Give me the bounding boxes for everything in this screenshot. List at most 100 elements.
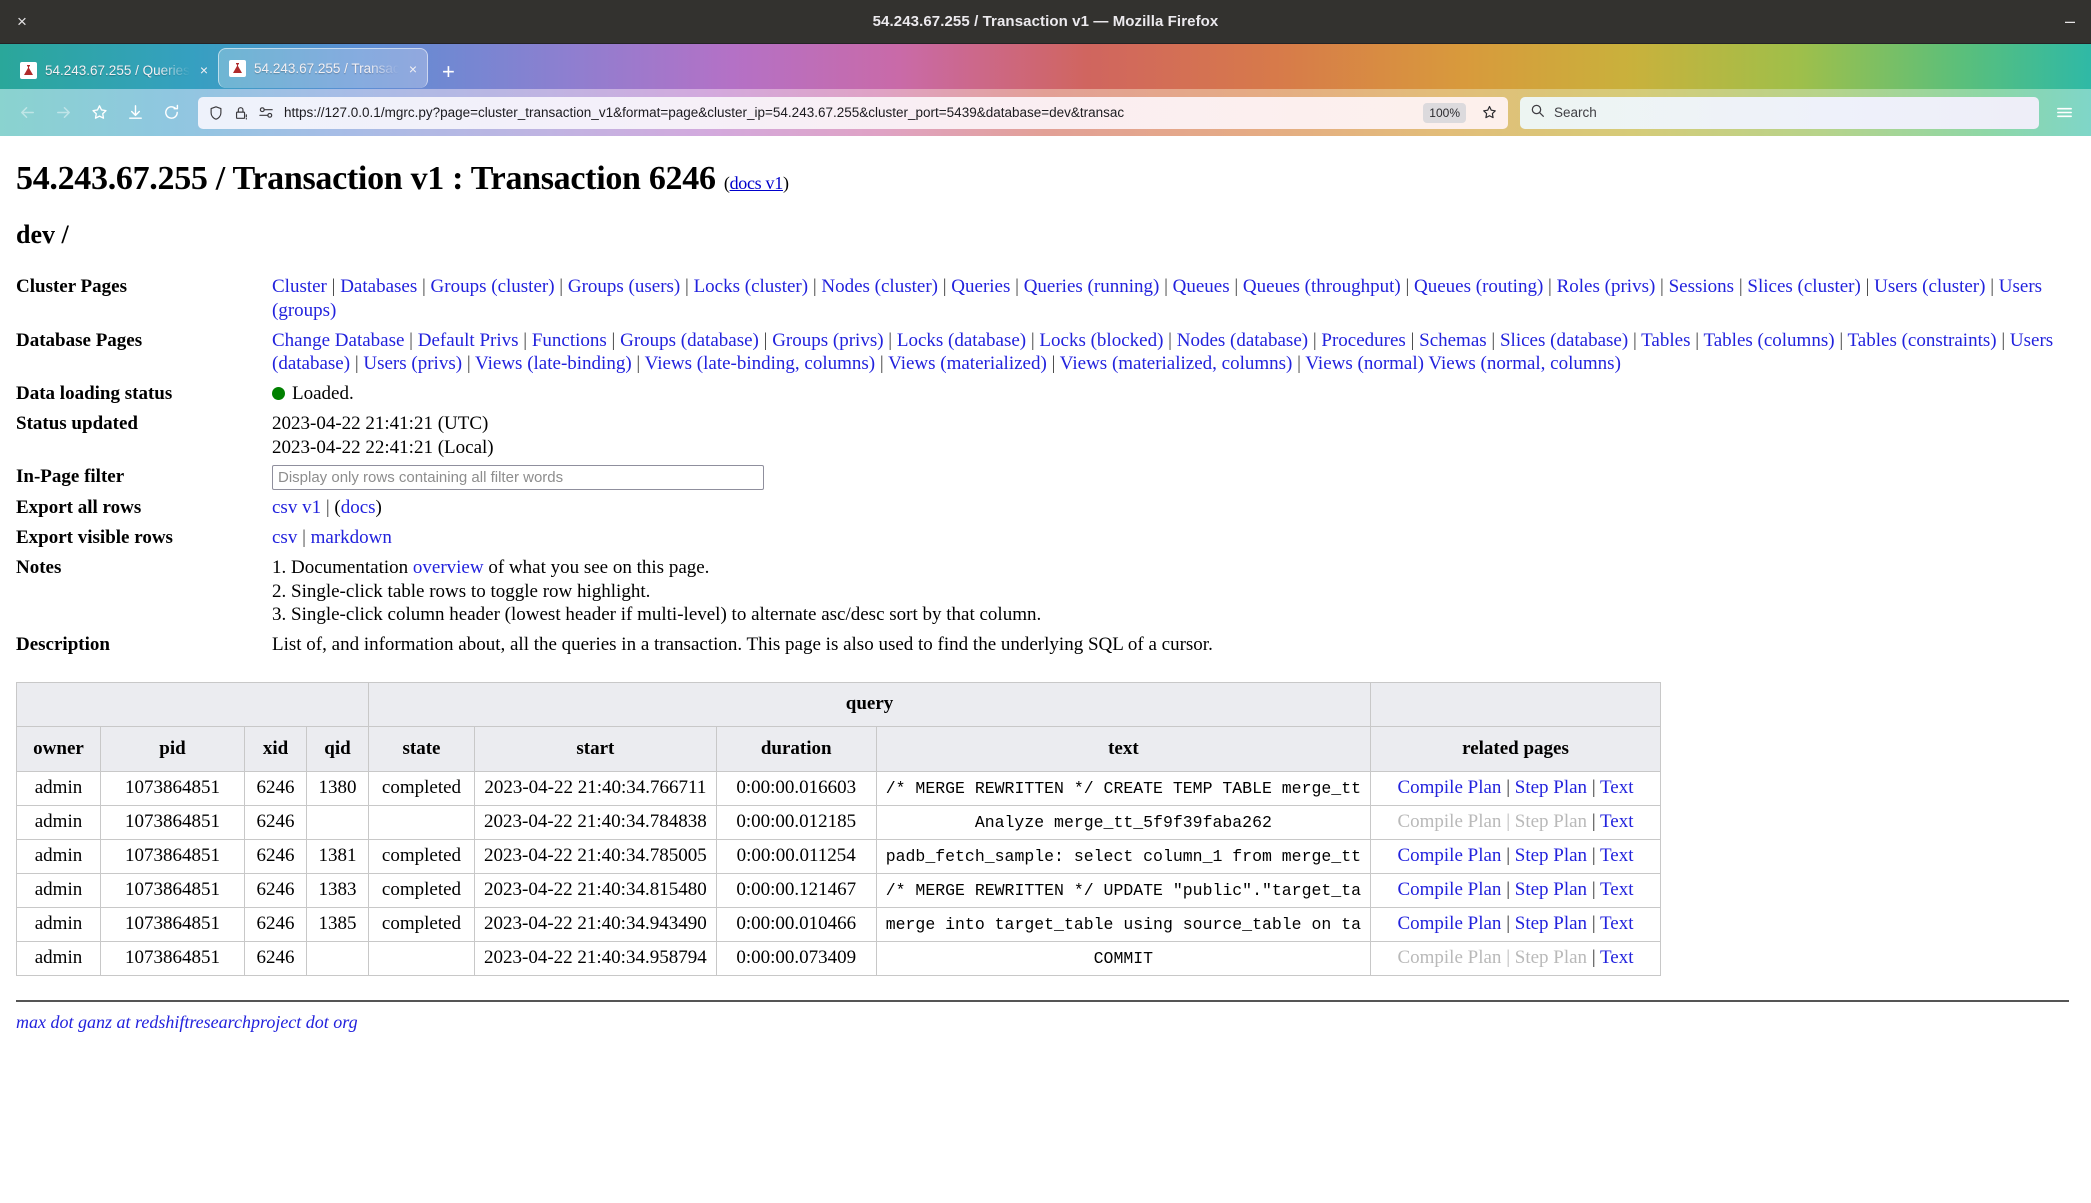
export-csv-v1-link[interactable]: csv v1 bbox=[272, 497, 321, 518]
database-page-link-views-normal-views-normal-columns[interactable]: Views (normal) Views (normal, columns) bbox=[1305, 353, 1621, 374]
step-plan-link[interactable]: Step Plan bbox=[1515, 913, 1587, 934]
cluster-page-link-groups-users[interactable]: Groups (users) bbox=[568, 276, 680, 297]
cluster-page-link-queues-routing[interactable]: Queues (routing) bbox=[1414, 276, 1543, 297]
link-separator: | bbox=[1501, 947, 1515, 969]
window-title: 54.243.67.255 / Transaction v1 — Mozilla… bbox=[872, 13, 1219, 30]
tab-close-icon[interactable]: × bbox=[198, 62, 210, 78]
text-link[interactable]: Text bbox=[1600, 777, 1634, 798]
docs-v1-link[interactable]: docs v1 bbox=[730, 173, 784, 193]
forward-arrow-icon[interactable] bbox=[46, 96, 80, 130]
window-close-button[interactable]: × bbox=[0, 13, 44, 30]
table-row[interactable]: admin 1073864851 6246 2023-04-22 21:40:34.7… bbox=[16, 804, 1661, 840]
table-row[interactable]: admin 1073864851 6246 2023-04-22 21:40:34.9… bbox=[16, 940, 1661, 976]
export-visible-markdown-link[interactable]: markdown bbox=[311, 527, 392, 548]
database-page-link-schemas[interactable]: Schemas bbox=[1419, 330, 1487, 351]
group-header-empty[interactable] bbox=[1370, 681, 1661, 727]
database-page-link-views-late-binding-columns[interactable]: Views (late-binding, columns) bbox=[645, 353, 876, 374]
link-separator: | bbox=[1834, 329, 1848, 351]
cluster-page-link-queries[interactable]: Queries bbox=[951, 276, 1010, 297]
compile-plan-link[interactable]: Compile Plan bbox=[1397, 913, 1501, 934]
compile-plan-link[interactable]: Compile Plan bbox=[1397, 845, 1501, 866]
step-plan-link[interactable]: Step Plan bbox=[1515, 777, 1587, 798]
database-page-link-views-materialized[interactable]: Views (materialized) bbox=[888, 353, 1047, 374]
table-row[interactable]: admin 1073864851 6246 1385 completed 2023-04-… bbox=[16, 906, 1661, 942]
database-page-link-views-materialized-columns[interactable]: Views (materialized, columns) bbox=[1060, 353, 1293, 374]
database-page-link-slices-database[interactable]: Slices (database) bbox=[1500, 330, 1628, 351]
group-header-empty[interactable] bbox=[16, 681, 369, 727]
compile-plan-link[interactable]: Compile Plan bbox=[1397, 879, 1501, 900]
compile-plan-link[interactable]: Compile Plan bbox=[1397, 777, 1501, 798]
database-page-link-views-late-binding[interactable]: Views (late-binding) bbox=[475, 353, 632, 374]
database-page-link-groups-database[interactable]: Groups (database) bbox=[620, 330, 759, 351]
url-text[interactable]: https://127.0.0.1/mgrc.py?page=cluster_t… bbox=[284, 105, 1414, 120]
cluster-page-link-groups-cluster[interactable]: Groups (cluster) bbox=[431, 276, 555, 297]
link-separator: | bbox=[1587, 947, 1601, 969]
new-tab-button[interactable]: + bbox=[442, 61, 455, 83]
insecure-lock-icon[interactable] bbox=[233, 105, 249, 121]
cluster-page-link-queues-throughput[interactable]: Queues (throughput) bbox=[1243, 276, 1401, 297]
column-header-related-pages[interactable]: related pages bbox=[1370, 725, 1661, 772]
column-header-text[interactable]: text bbox=[875, 725, 1372, 772]
cluster-page-link-queues[interactable]: Queues bbox=[1173, 276, 1230, 297]
cluster-page-link-cluster[interactable]: Cluster bbox=[272, 276, 327, 297]
browser-tab-queries[interactable]: 54.243.67.255 / Queries × bbox=[10, 51, 218, 89]
reload-arrow-icon[interactable] bbox=[154, 96, 188, 130]
tab-close-icon[interactable]: × bbox=[407, 61, 419, 77]
database-page-link-tables[interactable]: Tables bbox=[1641, 330, 1690, 351]
text-link[interactable]: Text bbox=[1600, 811, 1634, 832]
export-docs-link[interactable]: docs bbox=[341, 497, 376, 518]
column-header-start[interactable]: start bbox=[474, 725, 717, 772]
bookmark-page-star-icon[interactable] bbox=[1475, 104, 1504, 121]
column-header-qid[interactable]: qid bbox=[306, 725, 369, 772]
back-arrow-icon[interactable] bbox=[10, 96, 44, 130]
hamburger-menu-icon[interactable] bbox=[2047, 96, 2081, 130]
note-overview-link[interactable]: overview bbox=[413, 557, 484, 578]
export-visible-csv-link[interactable]: csv bbox=[272, 527, 297, 548]
column-header-xid[interactable]: xid bbox=[244, 725, 307, 772]
cluster-page-link-databases[interactable]: Databases bbox=[340, 276, 417, 297]
cell-duration: 0:00:00.011254 bbox=[715, 838, 877, 874]
cluster-page-link-queries-running[interactable]: Queries (running) bbox=[1024, 276, 1160, 297]
database-page-link-functions[interactable]: Functions bbox=[532, 330, 607, 351]
shield-icon[interactable] bbox=[208, 105, 224, 121]
database-page-link-nodes-database[interactable]: Nodes (database) bbox=[1177, 330, 1308, 351]
browser-tab-transaction[interactable]: 54.243.67.255 / Transaction v1 × bbox=[218, 48, 429, 88]
cluster-page-link-sessions[interactable]: Sessions bbox=[1669, 276, 1734, 297]
database-page-link-groups-privs[interactable]: Groups (privs) bbox=[772, 330, 883, 351]
bookmark-star-icon[interactable] bbox=[82, 96, 116, 130]
cluster-page-link-users-cluster[interactable]: Users (cluster) bbox=[1874, 276, 1985, 297]
table-row[interactable]: admin 1073864851 6246 1380 completed 2023-04-… bbox=[16, 770, 1661, 806]
step-plan-link[interactable]: Step Plan bbox=[1515, 845, 1587, 866]
table-row[interactable]: admin 1073864851 6246 1383 completed 2023-04-… bbox=[16, 872, 1661, 908]
cluster-page-link-nodes-cluster[interactable]: Nodes (cluster) bbox=[821, 276, 938, 297]
column-header-pid[interactable]: pid bbox=[100, 725, 245, 772]
text-link[interactable]: Text bbox=[1600, 947, 1634, 968]
database-page-link-tables-constraints[interactable]: Tables (constraints) bbox=[1848, 330, 1997, 351]
window-minimize-button[interactable]: – bbox=[2065, 11, 2075, 32]
column-header-state[interactable]: state bbox=[368, 725, 475, 772]
text-link[interactable]: Text bbox=[1600, 913, 1634, 934]
column-header-owner[interactable]: owner bbox=[16, 725, 101, 772]
cluster-page-link-locks-cluster[interactable]: Locks (cluster) bbox=[694, 276, 808, 297]
database-page-link-default-privs[interactable]: Default Privs bbox=[418, 330, 519, 351]
database-page-link-procedures[interactable]: Procedures bbox=[1321, 330, 1405, 351]
search-bar[interactable]: Search bbox=[1520, 96, 2039, 129]
downloads-arrow-icon[interactable] bbox=[118, 96, 152, 130]
in-page-filter-input[interactable] bbox=[272, 465, 764, 491]
cluster-page-link-roles-privs[interactable]: Roles (privs) bbox=[1557, 276, 1656, 297]
table-row[interactable]: admin 1073864851 6246 1381 completed 2023-04-… bbox=[16, 838, 1661, 874]
cluster-page-link-slices-cluster[interactable]: Slices (cluster) bbox=[1747, 276, 1860, 297]
permissions-icon[interactable] bbox=[258, 105, 275, 120]
database-page-link-tables-columns[interactable]: Tables (columns) bbox=[1703, 330, 1834, 351]
database-page-link-locks-database[interactable]: Locks (database) bbox=[897, 330, 1026, 351]
step-plan-link[interactable]: Step Plan bbox=[1515, 879, 1587, 900]
text-link[interactable]: Text bbox=[1600, 879, 1634, 900]
column-header-duration[interactable]: duration bbox=[715, 725, 877, 772]
zoom-level-badge[interactable]: 100% bbox=[1423, 102, 1466, 123]
url-bar[interactable]: https://127.0.0.1/mgrc.py?page=cluster_t… bbox=[198, 96, 1508, 129]
group-header-query[interactable]: query bbox=[368, 681, 1371, 727]
database-page-link-locks-blocked[interactable]: Locks (blocked) bbox=[1039, 330, 1163, 351]
database-page-link-change-database[interactable]: Change Database bbox=[272, 330, 404, 351]
database-page-link-users-privs[interactable]: Users (privs) bbox=[363, 353, 462, 374]
text-link[interactable]: Text bbox=[1600, 845, 1634, 866]
